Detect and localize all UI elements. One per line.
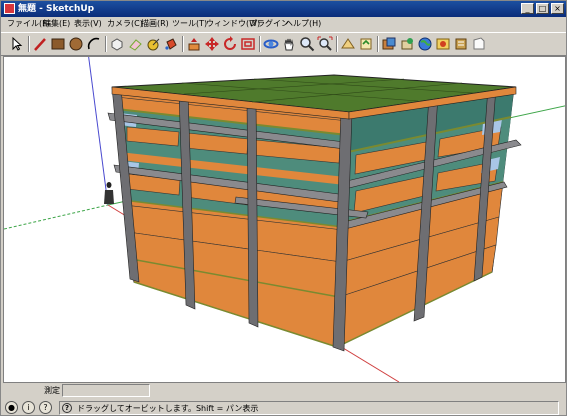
rotate-tool-button[interactable] xyxy=(222,36,238,52)
measurements-input[interactable] xyxy=(62,384,150,397)
model-viewport[interactable] xyxy=(3,56,566,383)
measurements-label: 測定 xyxy=(44,386,60,395)
rectangle-icon xyxy=(51,38,65,50)
google-earth-button[interactable] xyxy=(417,36,433,52)
get-models-icon xyxy=(382,37,396,50)
arc-tool-button[interactable] xyxy=(86,36,102,52)
menu-bar: ファイル(F) 編集(E) 表示(V) カメラ(C) 描画(R) ツール(T) … xyxy=(1,17,566,31)
menu-tools[interactable]: ツール(T) xyxy=(172,18,207,30)
orbit-icon xyxy=(263,39,279,49)
place-model-icon xyxy=(401,38,413,50)
help-question-icon: ? xyxy=(62,403,72,413)
sketchup-app-icon xyxy=(4,3,15,14)
minimize-button[interactable]: _ xyxy=(521,3,534,14)
toolbar-separator xyxy=(259,36,261,52)
move-tool-button[interactable] xyxy=(204,36,220,52)
extension-warehouse-icon xyxy=(455,38,467,50)
toolbar-separator xyxy=(28,36,30,52)
main-toolbar xyxy=(1,32,566,56)
circle-icon xyxy=(69,37,83,51)
offset-tool-button[interactable] xyxy=(240,36,256,52)
select-icon xyxy=(12,36,23,51)
toolbar-separator xyxy=(336,36,338,52)
share-model-icon xyxy=(360,38,372,50)
title-bar: 無題 - SketchUp _ □ × xyxy=(1,1,566,17)
circle-tool-button[interactable] xyxy=(68,36,84,52)
toolbar-separator xyxy=(105,36,107,52)
green-axis-negative xyxy=(4,204,109,230)
toolbar-separator xyxy=(377,36,379,52)
eraser-icon xyxy=(129,39,142,51)
zoom-extents-icon xyxy=(317,36,333,51)
geo-location-button[interactable]: ● xyxy=(5,401,18,414)
building-model-scene xyxy=(4,57,565,382)
push-pull-icon xyxy=(188,38,200,51)
instructor-button[interactable]: ? xyxy=(39,401,52,414)
blue-axis xyxy=(88,57,109,206)
line-tool-button[interactable] xyxy=(32,36,48,52)
get-models-button[interactable] xyxy=(381,36,397,52)
window-title: 無題 - SketchUp xyxy=(18,4,95,14)
status-message-box: ? ドラッグしてオービットします。Shift = パン表示 xyxy=(59,401,559,415)
zoom-icon xyxy=(300,37,315,52)
paint-bucket-icon xyxy=(165,38,177,50)
building-left-face xyxy=(107,86,369,352)
push-pull-button[interactable] xyxy=(186,36,202,52)
menu-help[interactable]: ヘルプ(H) xyxy=(285,18,321,30)
sketchup-window: 無題 - SketchUp _ □ × ファイル(F) 編集(E) 表示(V) … xyxy=(0,0,567,416)
toolbar-separator xyxy=(182,36,184,52)
pencil-line-icon xyxy=(34,38,46,51)
menu-edit[interactable]: 編集(E) xyxy=(43,18,70,30)
credits-button[interactable]: i xyxy=(22,401,35,414)
measurements-bar: 測定 xyxy=(1,382,566,399)
rectangle-tool-button[interactable] xyxy=(50,36,66,52)
menu-camera[interactable]: カメラ(C) xyxy=(107,18,143,30)
layout-button[interactable] xyxy=(471,36,487,52)
photo-textures-icon xyxy=(436,38,450,50)
arc-icon xyxy=(87,37,100,50)
google-earth-icon xyxy=(418,37,432,51)
move-icon xyxy=(205,37,219,51)
zoom-extents-button[interactable] xyxy=(317,36,333,52)
paint-bucket-button[interactable] xyxy=(163,36,179,52)
3d-warehouse-icon xyxy=(341,38,355,49)
status-bar: ● i ? ? ドラッグしてオービットします。Shift = パン表示 xyxy=(1,400,566,416)
menu-draw[interactable]: 描画(R) xyxy=(141,18,169,30)
offset-icon xyxy=(241,38,255,50)
menu-plugins[interactable]: プラグイン xyxy=(249,18,289,30)
close-button[interactable]: × xyxy=(551,3,564,14)
share-model-button[interactable] xyxy=(358,36,374,52)
place-model-button[interactable] xyxy=(399,36,415,52)
menu-view[interactable]: 表示(V) xyxy=(74,18,102,30)
layout-icon xyxy=(473,37,485,50)
photo-textures-button[interactable] xyxy=(435,36,451,52)
make-component-icon xyxy=(111,38,123,51)
pan-icon xyxy=(284,38,294,51)
eraser-tool-button[interactable] xyxy=(127,36,143,52)
pan-tool-button[interactable] xyxy=(281,36,297,52)
extension-warehouse-button[interactable] xyxy=(453,36,469,52)
orbit-tool-button[interactable] xyxy=(263,36,279,52)
status-message: ドラッグしてオービットします。Shift = パン表示 xyxy=(77,404,259,413)
make-component-button[interactable] xyxy=(109,36,125,52)
3d-warehouse-button[interactable] xyxy=(340,36,356,52)
tape-measure-icon xyxy=(147,38,160,51)
select-tool-button[interactable] xyxy=(9,36,25,52)
rotate-icon xyxy=(224,36,236,50)
zoom-tool-button[interactable] xyxy=(299,36,315,52)
maximize-button[interactable]: □ xyxy=(536,3,549,14)
tape-measure-button[interactable] xyxy=(145,36,161,52)
